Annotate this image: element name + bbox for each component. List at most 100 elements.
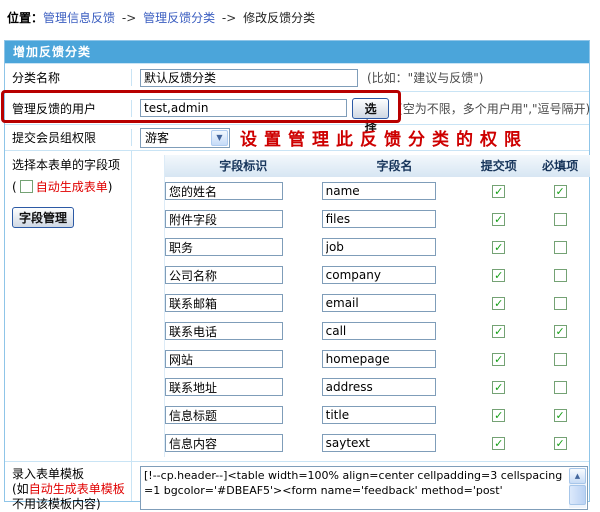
submit-item-checkbox[interactable]: ✓ — [492, 213, 505, 226]
field-manage-button[interactable]: 字段管理 — [12, 207, 74, 228]
field-name-input[interactable] — [322, 238, 436, 256]
auto-generate-form-checkbox[interactable] — [20, 180, 33, 193]
member-group-label: 提交会员组权限 — [5, 129, 132, 146]
field-name-input[interactable] — [322, 266, 436, 284]
breadcrumb-link-manage-feedback-category[interactable]: 管理反馈分类 — [143, 11, 215, 25]
panel-title: 增加反馈分类 — [5, 41, 589, 63]
field-row: ✓ — [165, 205, 590, 233]
fields-table: 字段标识 字段名 提交项 必填项 ✓✓✓✓✓✓✓✓✓✓✓✓✓✓ — [164, 155, 590, 457]
template-textarea-content[interactable]: [!--cp.header--]<table width=100% align=… — [144, 468, 566, 508]
template-note-red: 自动生成表单模板 — [29, 482, 125, 496]
field-name-input[interactable] — [322, 406, 436, 424]
field-row: ✓✓ — [165, 401, 590, 429]
manage-users-input[interactable] — [140, 99, 347, 117]
field-id-input[interactable] — [165, 266, 283, 284]
submit-item-checkbox[interactable]: ✓ — [492, 325, 505, 338]
field-id-input[interactable] — [165, 182, 283, 200]
permission-annotation-text: 设置管理此反馈分类的权限 — [240, 125, 528, 150]
field-name-input[interactable] — [322, 350, 436, 368]
field-id-input[interactable] — [165, 294, 283, 312]
breadcrumb-link-manage-info-feedback[interactable]: 管理信息反馈 — [43, 11, 115, 25]
manage-users-label: 管理反馈的用户 — [5, 100, 132, 117]
fields-section-label-cell: 选择本表单的字段项 ( 自动生成表单 ) 字段管理 — [5, 151, 132, 461]
submit-item-checkbox[interactable]: ✓ — [492, 409, 505, 422]
required-item-checkbox[interactable] — [554, 353, 567, 366]
required-item-checkbox[interactable]: ✓ — [554, 185, 567, 198]
category-name-input[interactable] — [140, 69, 358, 87]
required-item-checkbox[interactable] — [554, 213, 567, 226]
field-id-input[interactable] — [165, 434, 283, 452]
field-row: ✓✓ — [165, 177, 590, 205]
field-row: ✓ — [165, 289, 590, 317]
required-item-checkbox[interactable] — [554, 297, 567, 310]
field-row: ✓✓ — [165, 429, 590, 457]
template-label: 录入表单模板 — [12, 467, 131, 482]
required-item-checkbox[interactable]: ✓ — [554, 325, 567, 338]
template-note-line1: (如自动生成表单模板 — [12, 482, 131, 497]
field-name-input[interactable] — [322, 294, 436, 312]
field-id-input[interactable] — [165, 378, 283, 396]
auto-generate-form-label: 自动生成表单 — [36, 178, 108, 195]
submit-item-checkbox[interactable]: ✓ — [492, 297, 505, 310]
breadcrumb-prefix: 位置： — [7, 11, 43, 25]
category-name-hint: (比如："建议与反馈") — [367, 69, 483, 86]
chevron-down-icon[interactable]: ▼ — [211, 130, 228, 146]
header-field-id: 字段标识 — [165, 155, 322, 177]
auto-generate-paren-close: ) — [108, 180, 113, 194]
required-item-checkbox[interactable] — [554, 269, 567, 282]
submit-item-checkbox[interactable]: ✓ — [492, 381, 505, 394]
scrollbar-thumb[interactable] — [569, 485, 586, 505]
member-group-selected-value: 游客 — [141, 129, 211, 146]
manage-users-hint: (空为不限，多个用户用","逗号隔开) — [398, 100, 590, 117]
field-id-input[interactable] — [165, 322, 283, 340]
field-name-input[interactable] — [322, 182, 436, 200]
header-submit-item: 提交项 — [467, 155, 530, 177]
textarea-scrollbar[interactable]: ▲ — [569, 468, 586, 508]
breadcrumb: 位置：管理信息反馈 -> 管理反馈分类 -> 修改反馈分类 — [0, 0, 600, 26]
breadcrumb-separator: -> — [122, 11, 136, 25]
auto-generate-paren-open: ( — [12, 180, 17, 194]
submit-item-checkbox[interactable]: ✓ — [492, 353, 505, 366]
field-name-input[interactable] — [322, 322, 436, 340]
manage-users-row: 管理反馈的用户 选择 (空为不限，多个用户用","逗号隔开) — [5, 91, 589, 124]
auto-generate-form-line: ( 自动生成表单 ) — [12, 178, 131, 195]
submit-item-checkbox[interactable]: ✓ — [492, 269, 505, 282]
template-note-line2: 不用该模板内容) — [12, 497, 131, 512]
template-row: 录入表单模板 (如自动生成表单模板 不用该模板内容) [!--cp.header… — [5, 461, 589, 501]
required-item-checkbox[interactable]: ✓ — [554, 409, 567, 422]
field-name-input[interactable] — [322, 378, 436, 396]
field-name-input[interactable] — [322, 210, 436, 228]
template-label-cell: 录入表单模板 (如自动生成表单模板 不用该模板内容) — [5, 462, 132, 501]
field-row: ✓ — [165, 233, 590, 261]
required-item-checkbox[interactable] — [554, 241, 567, 254]
field-id-input[interactable] — [165, 210, 283, 228]
submit-item-checkbox[interactable]: ✓ — [492, 185, 505, 198]
select-users-button[interactable]: 选择 — [352, 98, 389, 119]
header-required-item: 必填项 — [530, 155, 590, 177]
required-item-checkbox[interactable]: ✓ — [554, 437, 567, 450]
field-row: ✓✓ — [165, 317, 590, 345]
breadcrumb-separator: -> — [222, 11, 236, 25]
field-row: ✓ — [165, 345, 590, 373]
breadcrumb-current-page: 修改反馈分类 — [243, 11, 315, 25]
template-note-prefix: (如 — [12, 482, 29, 496]
member-group-select[interactable]: 游客 ▼ — [140, 128, 230, 148]
submit-item-checkbox[interactable]: ✓ — [492, 241, 505, 254]
submit-item-checkbox[interactable]: ✓ — [492, 437, 505, 450]
add-feedback-category-panel: 增加反馈分类 分类名称 (比如："建议与反馈") 管理反馈的用户 选择 (空为不… — [4, 40, 590, 502]
field-row: ✓ — [165, 373, 590, 401]
field-id-input[interactable] — [165, 350, 283, 368]
fields-section-label: 选择本表单的字段项 — [12, 156, 131, 173]
fields-table-header: 字段标识 字段名 提交项 必填项 — [165, 155, 590, 177]
header-field-name: 字段名 — [322, 155, 468, 177]
scroll-up-arrow-icon[interactable]: ▲ — [569, 468, 586, 484]
template-textarea[interactable]: [!--cp.header--]<table width=100% align=… — [140, 466, 588, 510]
field-id-input[interactable] — [165, 238, 283, 256]
category-name-row: 分类名称 (比如："建议与反馈") — [5, 63, 589, 91]
field-name-input[interactable] — [322, 434, 436, 452]
fields-table-body: ✓✓✓✓✓✓✓✓✓✓✓✓✓✓ — [165, 177, 590, 457]
required-item-checkbox[interactable] — [554, 381, 567, 394]
category-name-label: 分类名称 — [5, 69, 132, 86]
field-id-input[interactable] — [165, 406, 283, 424]
member-group-row: 提交会员组权限 游客 ▼ 设置管理此反馈分类的权限 — [5, 124, 589, 150]
